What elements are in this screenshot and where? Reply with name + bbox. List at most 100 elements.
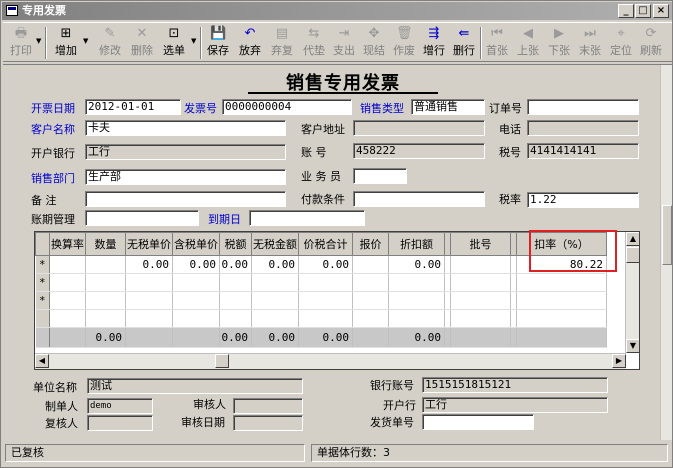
row-marker[interactable] — [35, 309, 50, 328]
table-cell[interactable] — [388, 309, 445, 328]
table-cell[interactable] — [219, 291, 252, 310]
table-cell[interactable]: 0.00 — [388, 255, 445, 274]
table-cell[interactable] — [172, 273, 220, 292]
select-dropdown-icon[interactable]: ▼ — [191, 37, 196, 45]
table-cell[interactable]: 0.00 — [219, 255, 252, 274]
table-cell[interactable]: 0.00 — [251, 255, 299, 274]
add-dropdown-icon[interactable]: ▼ — [83, 37, 88, 45]
last-button[interactable]: ⏭ 末张 — [575, 25, 605, 61]
hscroll-thumb[interactable] — [215, 354, 229, 368]
delete-row-button[interactable]: ⇚ 删行 — [449, 25, 479, 61]
table-cell[interactable]: 0.00 — [172, 255, 220, 274]
expense-button[interactable]: ⇥ 支出 — [329, 25, 359, 61]
bank-field[interactable]: 工行 — [85, 144, 286, 160]
row-marker[interactable]: * — [35, 255, 50, 274]
refresh-button[interactable]: ⟳ 刷新 — [636, 25, 666, 61]
aging-field[interactable] — [85, 210, 199, 226]
table-cell[interactable] — [298, 309, 353, 328]
abandon-button[interactable]: ↶ 放弃 — [235, 25, 265, 61]
tax-rate-field[interactable]: 1.22 — [527, 192, 639, 208]
maximize-button[interactable]: □ — [635, 4, 651, 18]
scroll-left-icon[interactable]: ◀ — [35, 354, 49, 368]
table-cell[interactable] — [49, 255, 86, 274]
table-row[interactable] — [35, 309, 607, 328]
form-vertical-scrollbar[interactable] — [660, 65, 672, 440]
print-button[interactable]: 🖶 打印 — [7, 25, 35, 61]
tax-no-field[interactable]: 4141414141 — [527, 143, 639, 159]
table-cell[interactable] — [352, 291, 389, 310]
table-cell[interactable] — [251, 309, 299, 328]
table-cell[interactable] — [352, 255, 389, 274]
table-cell[interactable] — [49, 273, 86, 292]
col-header[interactable]: 换算率 — [49, 232, 86, 256]
table-cell[interactable] — [125, 291, 173, 310]
add-button[interactable]: ⊞ 增加 — [51, 25, 81, 61]
scroll-right-icon[interactable]: ▶ — [612, 354, 626, 368]
print-dropdown-icon[interactable]: ▼ — [36, 37, 41, 45]
phone-field[interactable] — [527, 120, 639, 136]
customer-addr-field[interactable] — [353, 120, 485, 136]
substitute-button[interactable]: ⇆ 代垫 — [299, 25, 329, 61]
scroll-down-icon[interactable]: ▼ — [626, 339, 639, 353]
settle-button[interactable]: ✥ 现结 — [359, 25, 389, 61]
table-cell[interactable] — [172, 309, 220, 328]
scroll-up-icon[interactable]: ▲ — [626, 232, 639, 246]
rechecker-field[interactable] — [87, 415, 153, 431]
table-cell[interactable] — [219, 309, 252, 328]
due-date-field[interactable] — [249, 210, 365, 226]
table-cell[interactable] — [298, 273, 353, 292]
table-cell[interactable] — [85, 255, 126, 274]
table-cell[interactable] — [352, 309, 389, 328]
bank-account-field[interactable]: 1515151815121 — [422, 377, 608, 393]
select-button[interactable]: ⊡ 选单 — [159, 25, 189, 61]
ship-no-field[interactable] — [422, 414, 534, 430]
col-header[interactable]: 折扣额 — [388, 232, 445, 256]
table-row[interactable]: * — [35, 291, 607, 310]
unit-field[interactable]: 测试 — [87, 378, 303, 394]
delete-button[interactable]: ✕ 删除 — [127, 25, 157, 61]
invoice-no-field[interactable]: 0000000004 — [222, 99, 352, 115]
table-cell[interactable] — [251, 291, 299, 310]
order-no-field[interactable] — [527, 99, 639, 115]
invoice-date-field[interactable]: 2012-01-01 — [85, 99, 181, 115]
col-header[interactable]: 税额 — [219, 232, 252, 256]
next-button[interactable]: ▶ 下张 — [544, 25, 574, 61]
add-row-button[interactable]: ⇶ 增行 — [419, 25, 449, 61]
col-header[interactable]: 报价 — [352, 232, 389, 256]
save-button[interactable]: 💾 保存 — [203, 25, 233, 61]
table-cell[interactable] — [125, 273, 173, 292]
payment-field[interactable] — [353, 191, 485, 207]
locate-button[interactable]: ⌖ 定位 — [606, 25, 636, 61]
void-button[interactable]: 🗑 作废 — [389, 25, 419, 61]
grid-vertical-scrollbar[interactable]: ▲ ▼ — [625, 232, 639, 353]
table-cell[interactable] — [125, 309, 173, 328]
bank2-field[interactable]: 工行 — [422, 397, 608, 413]
col-header[interactable]: 无税金额 — [251, 232, 299, 256]
col-header[interactable]: 含税单价 — [172, 232, 220, 256]
salesman-field[interactable] — [353, 168, 407, 184]
first-button[interactable]: ⏮ 首张 — [482, 25, 512, 61]
table-cell[interactable] — [85, 309, 126, 328]
account-field[interactable]: 458222 — [353, 143, 485, 159]
table-cell[interactable]: 0.00 — [125, 255, 173, 274]
col-header[interactable]: 无税单价 — [125, 232, 173, 256]
table-cell[interactable]: 0.00 — [298, 255, 353, 274]
table-cell[interactable] — [352, 273, 389, 292]
close-button[interactable]: × — [653, 4, 669, 18]
customer-field[interactable]: 卡夫 — [85, 120, 286, 136]
maker-field[interactable]: demo — [87, 398, 153, 414]
minimize-button[interactable]: _ — [618, 4, 634, 18]
table-cell[interactable] — [172, 291, 220, 310]
table-cell[interactable] — [450, 291, 511, 310]
prev-button[interactable]: ◀ 上张 — [513, 25, 543, 61]
table-cell[interactable] — [516, 273, 607, 292]
sale-type-field[interactable]: 普通销售 — [411, 99, 485, 115]
dept-field[interactable]: 生产部 — [85, 169, 286, 185]
form-scroll-thumb[interactable] — [662, 205, 672, 265]
table-cell[interactable] — [450, 309, 511, 328]
table-row[interactable]: * — [35, 273, 607, 292]
col-header[interactable]: 价税合计 — [298, 232, 353, 256]
grid-horizontal-scrollbar[interactable]: ◀ ▶ — [35, 353, 626, 369]
table-cell[interactable] — [450, 273, 511, 292]
table-cell[interactable] — [450, 255, 511, 274]
